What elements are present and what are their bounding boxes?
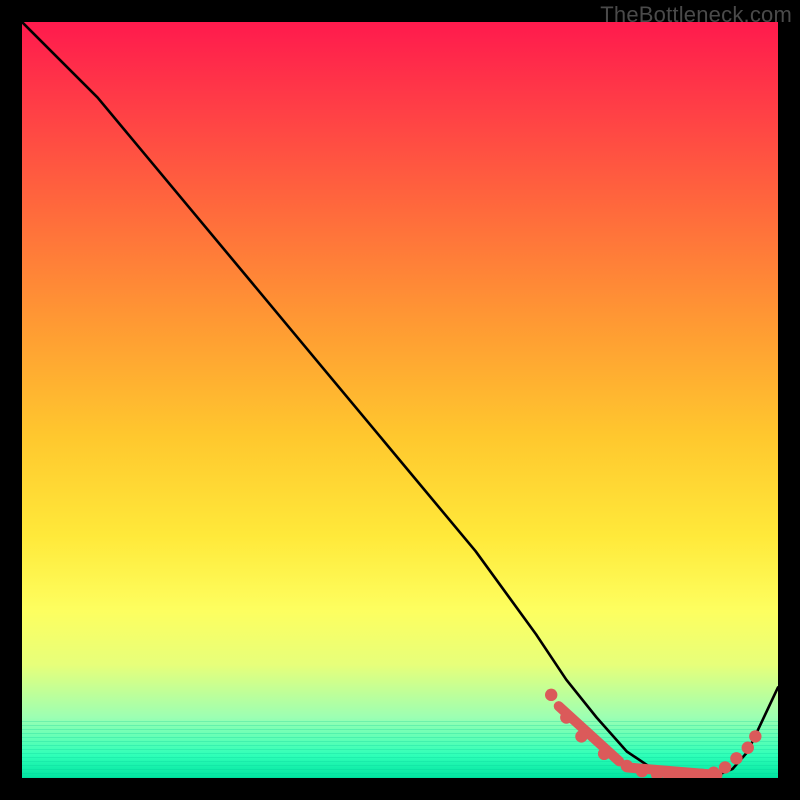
data-marker bbox=[560, 711, 572, 723]
data-marker bbox=[545, 689, 557, 701]
plot-svg bbox=[22, 22, 778, 778]
data-marker bbox=[598, 748, 610, 760]
data-marker bbox=[575, 730, 587, 742]
data-marker bbox=[730, 752, 742, 764]
data-marker bbox=[708, 767, 720, 778]
chart-area bbox=[22, 22, 778, 778]
data-marker bbox=[719, 761, 731, 773]
watermark-text: TheBottleneck.com bbox=[600, 2, 792, 28]
data-marker bbox=[621, 760, 633, 772]
data-markers bbox=[545, 689, 762, 778]
data-marker bbox=[636, 765, 648, 777]
data-marker bbox=[749, 730, 761, 742]
data-marker bbox=[742, 742, 754, 754]
bottleneck-curve bbox=[22, 22, 778, 776]
